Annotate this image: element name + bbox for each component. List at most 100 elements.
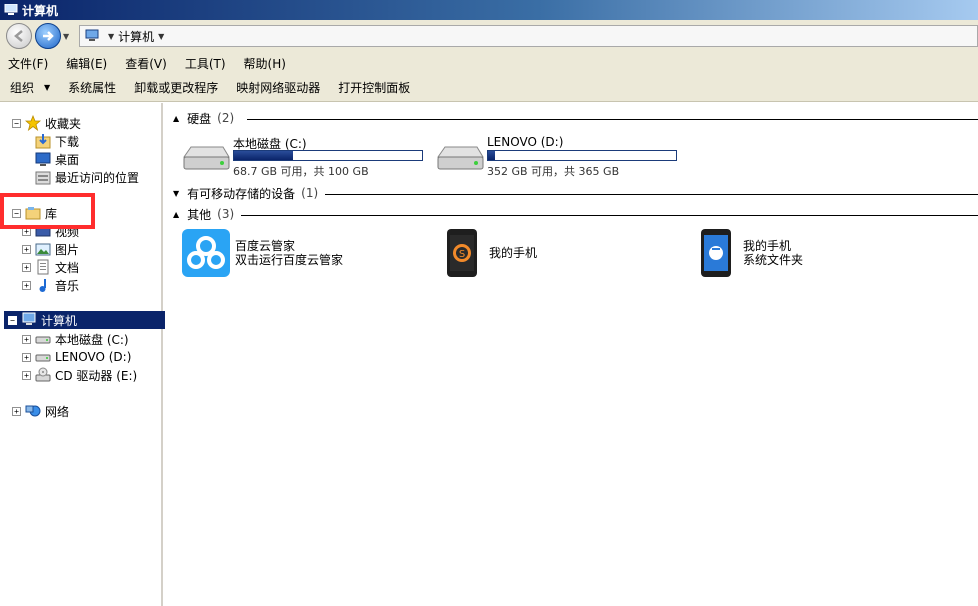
hard-drive-icon [35,354,51,362]
usage-fill [234,151,293,160]
nav-drive-e-label: CD 驱动器 (E:) [55,368,138,383]
group-divider [325,194,978,195]
expand-icon[interactable]: + [22,370,31,380]
downloads-folder-icon [35,134,51,149]
uninstall-program-button[interactable]: 卸载或更改程序 [134,79,218,96]
nav-pictures[interactable]: + 图片 [22,240,79,258]
my-phone-item[interactable]: S 我的手机 [443,228,537,278]
hard-drive-icon [437,146,484,170]
chevron-down-icon[interactable]: ▼ [108,32,114,41]
system-properties-button[interactable]: 系统属性 [68,79,116,96]
music-icon [39,279,46,292]
chevron-down-icon[interactable]: ▼ [158,32,164,41]
menu-view[interactable]: 查看(V) [125,55,167,72]
menu-file[interactable]: 文件(F) [8,55,48,72]
drive-c-name: 本地磁盘 (C:) [233,137,307,151]
collapse-icon[interactable]: − [12,118,21,128]
nav-drive-c-label: 本地磁盘 (C:) [55,332,129,347]
organize-button[interactable]: 组织 ▼ [10,79,50,96]
nav-drive-e[interactable]: + CD 驱动器 (E:) [22,366,137,384]
cd-drive-icon [35,367,51,382]
address-path[interactable]: 计算机 [118,28,154,45]
window-title: 计算机 [22,3,59,18]
address-row: ▼ ▼ 计算机 ▼ [0,20,978,52]
my-phone-folder-item[interactable]: 我的手机 系统文件夹 [697,228,803,278]
phone-icon: S [447,229,477,277]
forward-button[interactable] [35,23,61,49]
expand-icon[interactable]: + [22,280,31,290]
nav-network-label: 网络 [45,404,70,419]
baidu-cloud-name: 百度云管家 [235,239,296,253]
drive-d-name: LENOVO (D:) [487,135,564,149]
menu-help[interactable]: 帮助(H) [244,55,286,72]
nav-downloads[interactable]: 下载 [35,132,79,150]
nav-drive-d-label: LENOVO (D:) [55,350,132,364]
phone-folder-icon [701,229,731,277]
drive-d-usage-bar [487,150,677,161]
nav-computer[interactable]: − 计算机 [4,311,165,329]
expand-icon[interactable]: + [22,334,31,344]
nav-computer-label: 计算机 [41,313,78,328]
group-other-count: (3) [217,207,235,221]
my-phone-name: 我的手机 [489,246,538,260]
open-control-panel-label: 打开控制面板 [338,81,411,95]
content-pane: ▲ 硬盘 (2) 本地磁盘 (C:) 68.7 GB 可用，共 100 GB L… [165,103,978,606]
recent-pages-chevron-icon[interactable]: ▼ [63,32,73,41]
baidu-cloud-item[interactable]: 百度云管家 双击运行百度云管家 [181,228,343,278]
nav-recent-places[interactable]: 最近访问的位置 [35,168,139,186]
group-hard-disks-title: 硬盘 [187,111,212,126]
usage-fill [488,151,495,160]
computer-icon [85,29,99,41]
hard-drive-icon [35,336,51,344]
nav-favorites-label: 收藏夹 [45,116,82,131]
group-divider [247,119,978,120]
menu-edit[interactable]: 编辑(E) [66,55,107,72]
computer-icon [4,4,18,15]
open-control-panel-button[interactable]: 打开控制面板 [338,79,410,96]
my-phone-folder-name: 我的手机 [743,239,792,253]
computer-icon [22,312,36,325]
expand-icon[interactable]: + [22,244,31,254]
title-bar: 计算机 [0,0,978,20]
system-properties-label: 系统属性 [68,81,117,95]
chevron-down-icon: ▼ [44,83,51,92]
network-icon [25,405,41,417]
expand-triangle-icon[interactable]: ▼ [173,189,179,198]
expand-icon[interactable]: + [22,262,31,272]
nav-desktop-label: 桌面 [55,152,80,167]
collapse-triangle-icon[interactable]: ▲ [173,114,179,123]
highlight-box [0,193,95,229]
organize-label: 组织 [10,81,35,95]
nav-drive-d[interactable]: + LENOVO (D:) [22,348,131,366]
expand-icon[interactable]: + [22,352,31,362]
nav-documents[interactable]: + 文档 [22,258,79,276]
menu-tools[interactable]: 工具(T) [185,55,226,72]
drive-d-tile[interactable]: LENOVO (D:) 352 GB 可用，共 365 GB [435,135,677,179]
star-icon [25,115,41,131]
drive-d-stat: 352 GB 可用，共 365 GB [487,165,620,178]
nav-drive-c[interactable]: + 本地磁盘 (C:) [22,330,129,348]
nav-music-label: 音乐 [55,278,80,293]
documents-icon [37,259,49,275]
drive-c-tile[interactable]: 本地磁盘 (C:) 68.7 GB 可用，共 100 GB [181,135,423,179]
group-hard-disks-header[interactable]: ▲ 硬盘 (2) [173,110,234,126]
address-bar[interactable]: ▼ 计算机 ▼ [79,25,978,47]
nav-documents-label: 文档 [55,260,80,275]
nav-favorites[interactable]: − 收藏夹 [12,114,81,132]
uninstall-program-label: 卸载或更改程序 [134,81,219,95]
group-divider [241,215,978,216]
nav-music[interactable]: + 音乐 [22,276,79,294]
group-removable-header[interactable]: ▼ 有可移动存储的设备 (1) [173,185,318,201]
nav-network[interactable]: + 网络 [12,402,69,420]
nav-desktop[interactable]: 桌面 [35,150,79,168]
back-button[interactable] [6,23,32,49]
collapse-triangle-icon[interactable]: ▲ [173,210,179,219]
map-network-drive-button[interactable]: 映射网络驱动器 [236,79,320,96]
drive-c-usage-bar [233,150,423,161]
map-network-drive-label: 映射网络驱动器 [236,81,321,95]
group-other-header[interactable]: ▲ 其他 (3) [173,206,234,222]
expand-icon[interactable]: + [12,406,21,416]
hard-drive-icon [183,146,230,170]
navigation-pane: − 收藏夹 下载 桌面 最近访问的位置 − 库 + 视频 + 图片 + 文档 +… [0,103,165,606]
collapse-icon[interactable]: − [8,315,17,325]
